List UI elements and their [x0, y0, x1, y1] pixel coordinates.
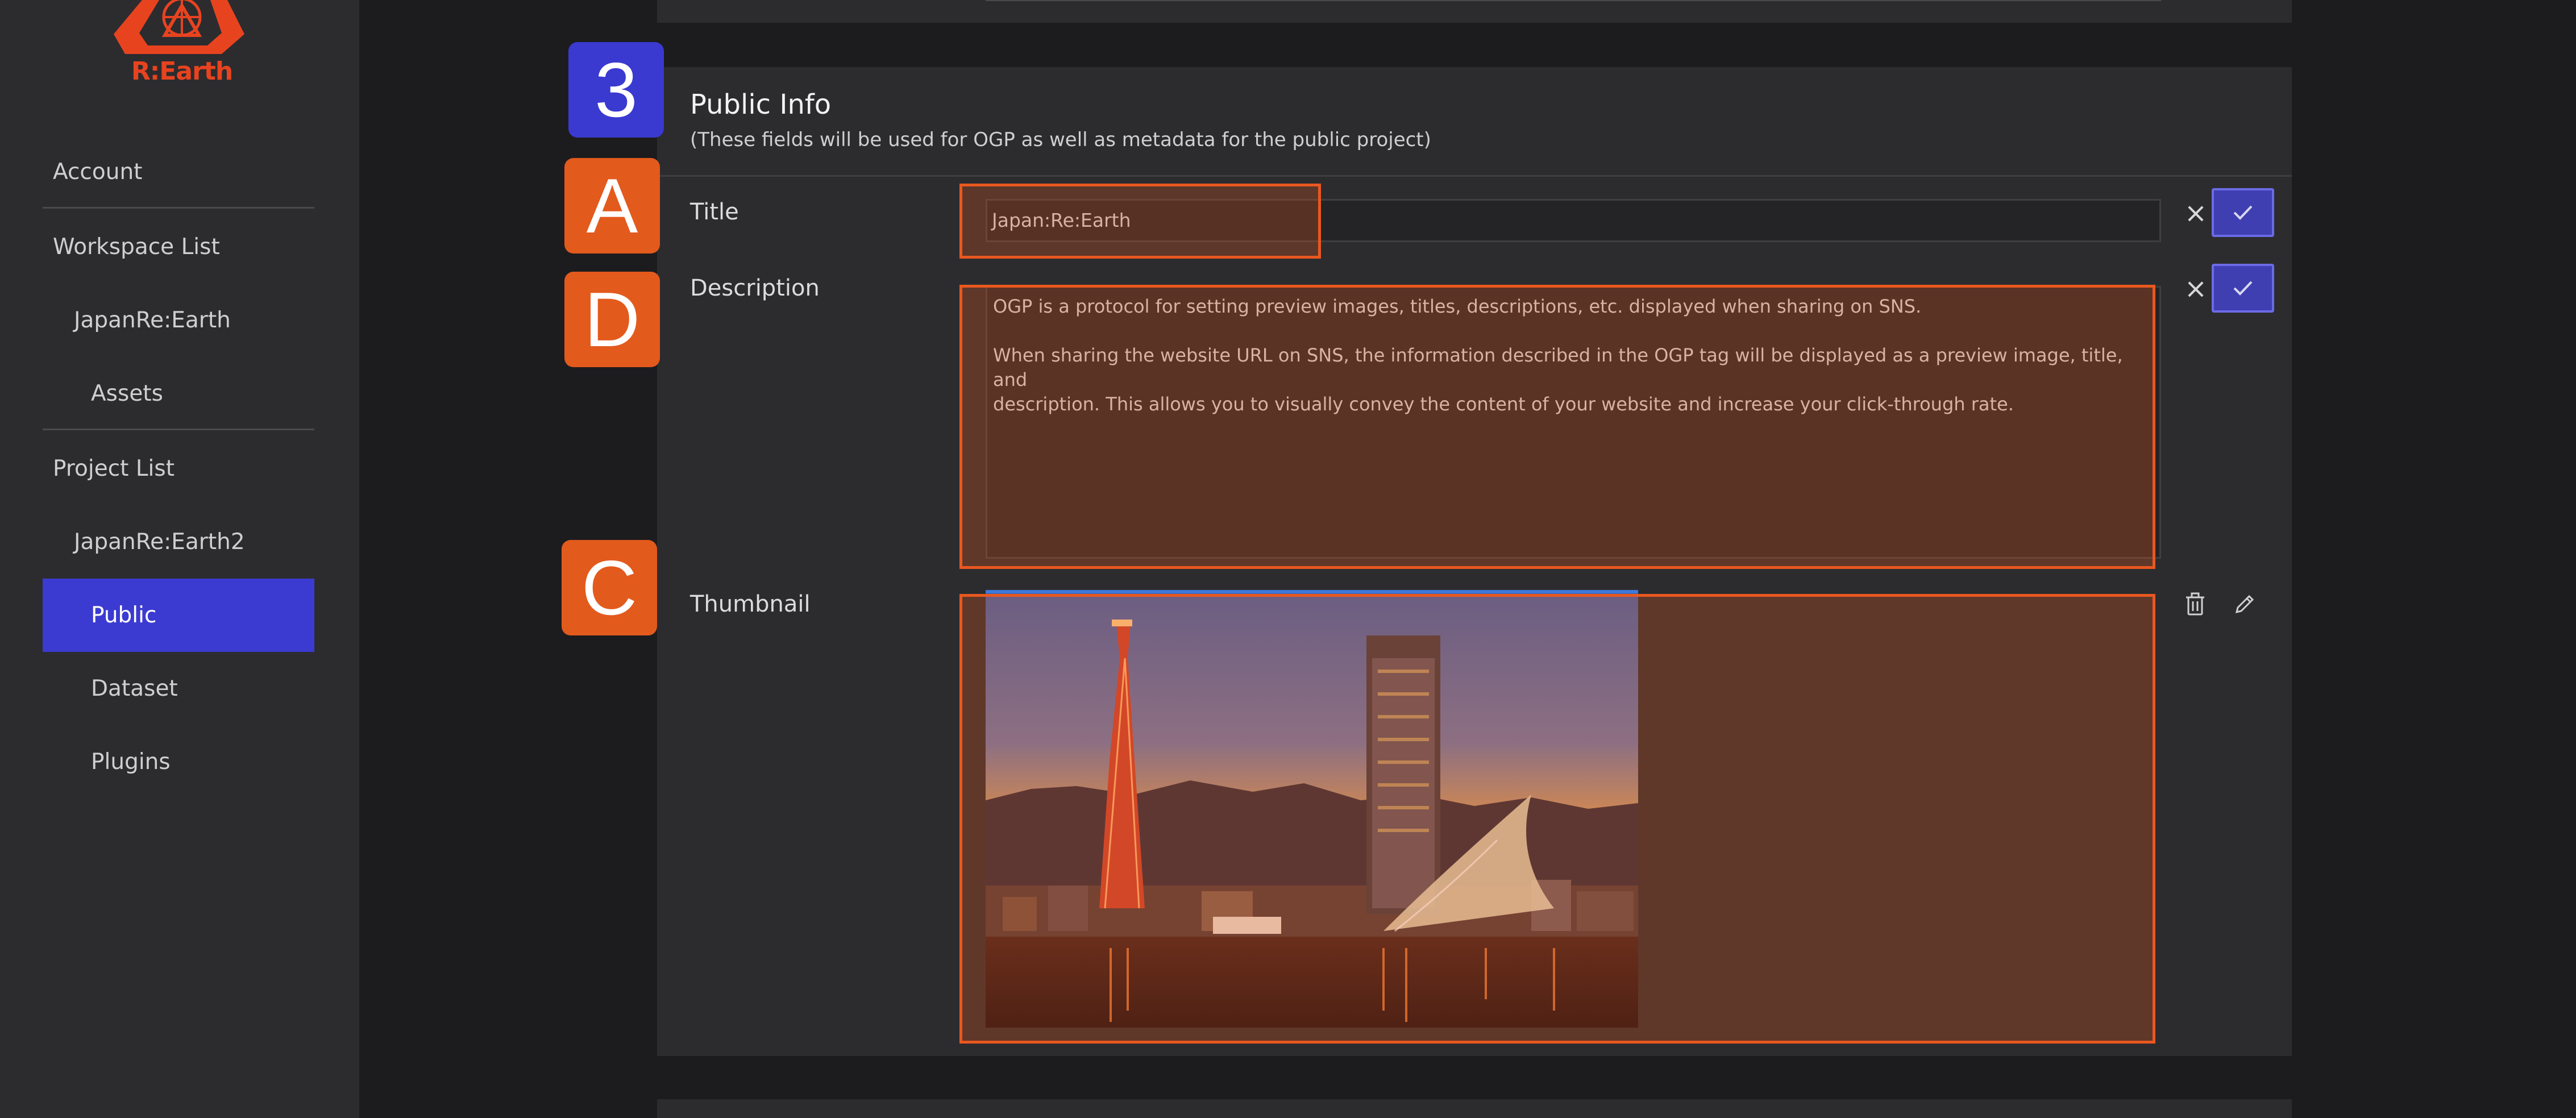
section-title: Public Info [690, 89, 832, 120]
title-cancel-button[interactable]: × [2182, 199, 2210, 227]
sidebar-item-project[interactable]: JapanRe:Earth2 [43, 505, 314, 579]
previous-section-panel [657, 0, 2292, 23]
sidebar-item-assets[interactable]: Assets [43, 357, 314, 430]
thumbnail-badge: C [562, 540, 657, 635]
previous-section-divider [986, 0, 2161, 1]
sidebar-item-workspace[interactable]: JapanRe:Earth [43, 284, 314, 357]
section-subtitle: (These fields will be used for OGP as we… [690, 128, 1431, 151]
sidebar: R:Earth Account Workspace List JapanRe:E… [0, 0, 359, 1118]
close-icon: × [2184, 273, 2208, 305]
description-cancel-button[interactable]: × [2182, 275, 2210, 303]
sidebar-item-label: Assets [91, 381, 163, 406]
sidebar-item-public[interactable]: Public [43, 579, 314, 652]
close-icon: × [2184, 197, 2208, 229]
thumbnail-label: Thumbnail [690, 591, 811, 617]
sidebar-item-account[interactable]: Account [43, 135, 314, 209]
check-icon [2233, 205, 2253, 220]
pencil-icon [2235, 595, 2254, 614]
trash-icon [2186, 592, 2204, 616]
description-label: Description [690, 275, 820, 301]
title-confirm-button[interactable] [2212, 188, 2274, 237]
next-section-panel [657, 1099, 2292, 1118]
sidebar-item-label: JapanRe:Earth2 [74, 529, 245, 555]
sidebar-item-workspace-list[interactable]: Workspace List [43, 210, 314, 284]
title-label: Title [690, 199, 739, 225]
logo-icon [114, 0, 244, 54]
step-badge: 3 [568, 42, 664, 138]
edit-thumbnail-button[interactable] [2228, 587, 2262, 621]
check-icon [2233, 281, 2253, 296]
sidebar-item-label: Plugins [91, 749, 171, 775]
title-input[interactable]: Japan:Re:Earth [986, 199, 2161, 242]
sidebar-item-label: Workspace List [53, 234, 220, 260]
brand-name: R:Earth [131, 57, 233, 86]
sidebar-item-label: Dataset [91, 676, 178, 701]
sidebar-item-plugins[interactable]: Plugins [43, 725, 314, 799]
sidebar-item-label: JapanRe:Earth [74, 307, 231, 333]
brand-logo[interactable]: R:Earth [108, 0, 256, 91]
title-badge: A [564, 158, 660, 253]
sidebar-item-label: Account [53, 159, 143, 185]
sidebar-item-label: Public [91, 602, 157, 628]
description-textarea[interactable]: OGP is a protocol for setting preview im… [986, 286, 2161, 559]
thumbnail-picture [986, 590, 1638, 1028]
delete-thumbnail-button[interactable] [2178, 587, 2212, 621]
thumbnail-image[interactable] [986, 590, 1638, 1028]
description-badge: D [564, 272, 660, 367]
sidebar-item-project-list[interactable]: Project List [43, 432, 314, 505]
description-confirm-button[interactable] [2212, 264, 2274, 313]
sidebar-item-dataset[interactable]: Dataset [43, 652, 314, 725]
section-divider [657, 175, 2292, 177]
sidebar-item-label: Project List [53, 456, 175, 481]
